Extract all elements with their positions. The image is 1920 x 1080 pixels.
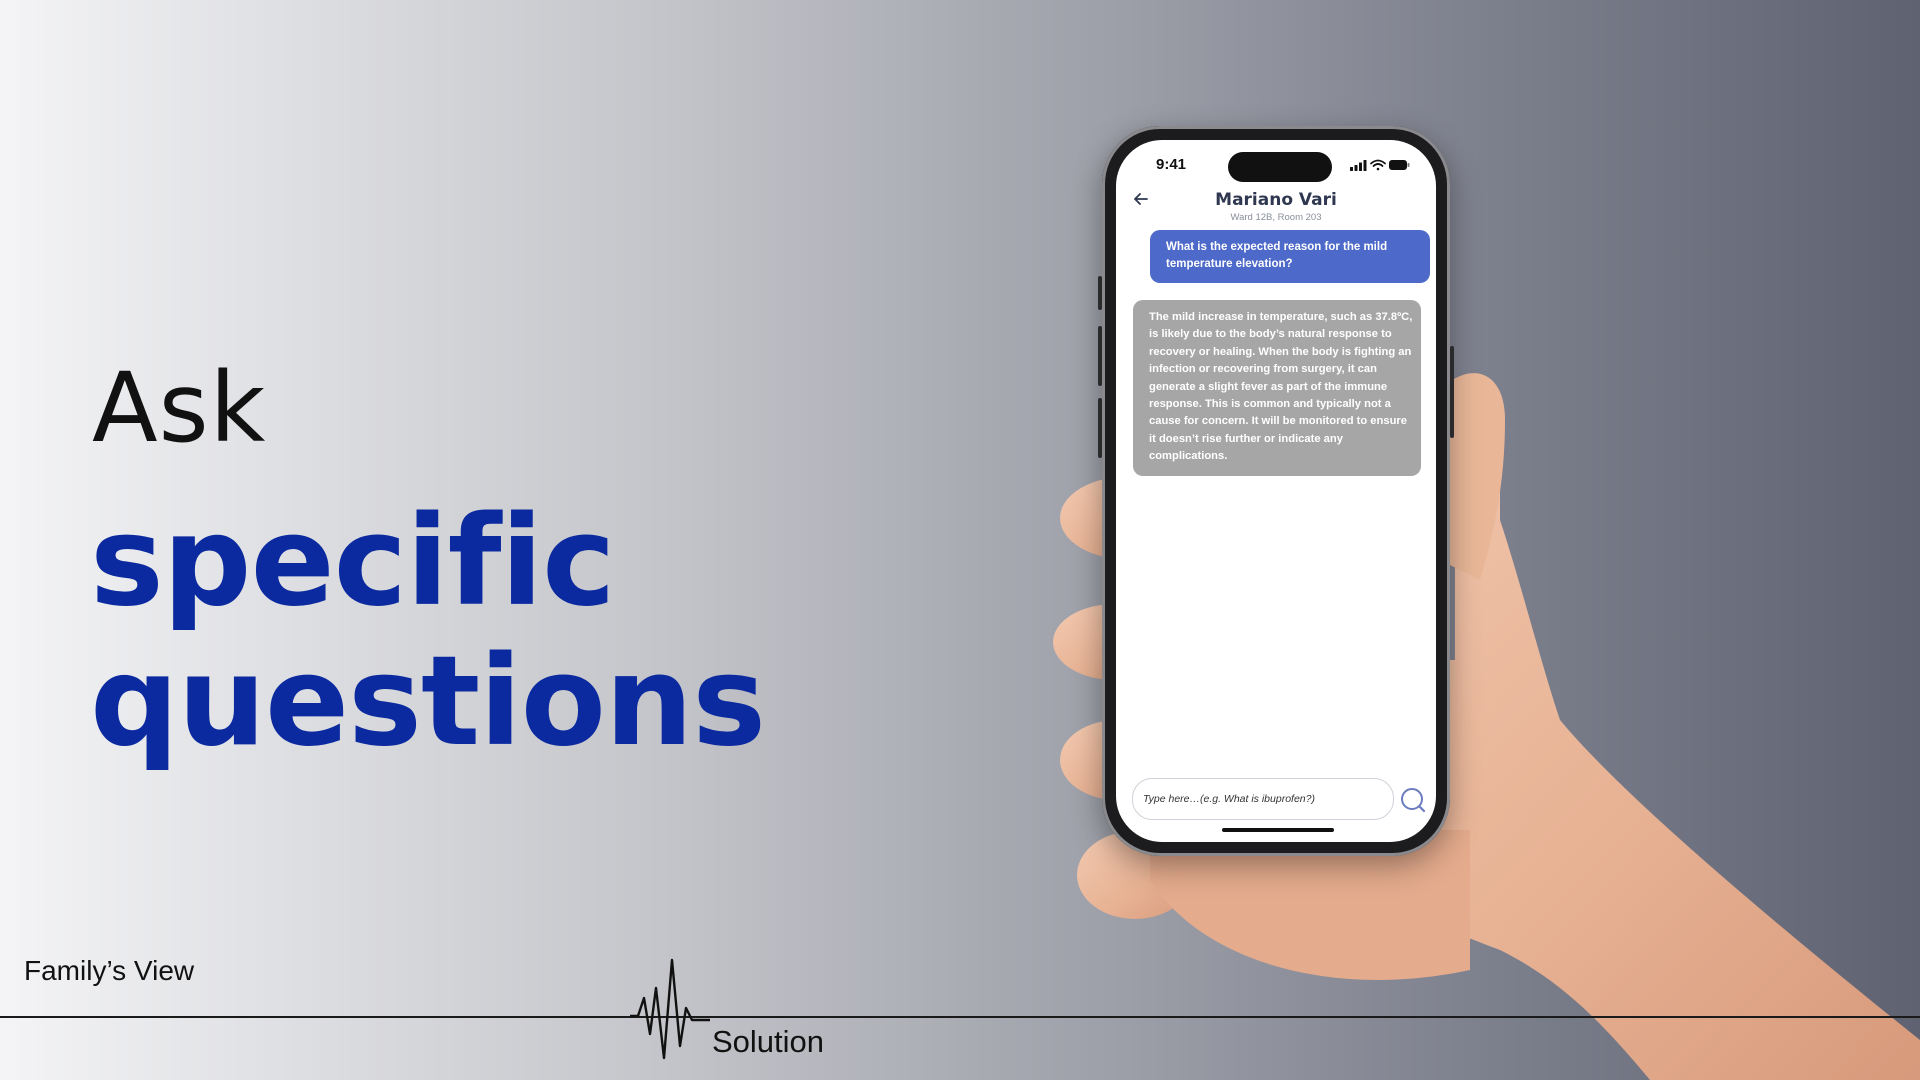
footer-divider [0,1016,1920,1018]
heartbeat-icon [630,958,710,1060]
status-time: 9:41 [1156,156,1187,173]
signal-icon [1350,160,1367,171]
phone-button [1098,276,1102,310]
phone-screen: 9:41 Mariano Vari Ward 12B, Room 203 Wha… [1116,140,1436,842]
home-indicator [1222,828,1334,832]
contact-location: Ward 12B, Room 203 [1230,212,1322,223]
phone-button [1450,346,1454,438]
footer-solution-label: Solution [712,1024,825,1059]
wifi-icon [1370,159,1386,171]
footer-section-label: Family’s View [24,955,195,986]
message-input[interactable] [1132,778,1394,820]
message-bubble-user: What is the expected reason for the mild… [1150,230,1430,283]
headline-line-2: questions [90,630,766,774]
headline-ask: Ask [92,352,267,464]
status-icons [1350,159,1410,171]
search-icon[interactable] [1399,786,1427,814]
contact-name: Mariano Vari [1215,190,1337,210]
phone-button [1098,398,1102,458]
dynamic-island [1228,152,1332,182]
headline-specific-questions: specific questions [90,490,766,774]
message-bubble-assistant: The mild increase in temperature, such a… [1133,300,1421,476]
battery-icon [1389,160,1410,170]
phone-button [1098,326,1102,386]
headline-line-1: specific [90,490,616,634]
smartphone: 9:41 Mariano Vari Ward 12B, Room 203 Wha… [1098,126,1454,856]
